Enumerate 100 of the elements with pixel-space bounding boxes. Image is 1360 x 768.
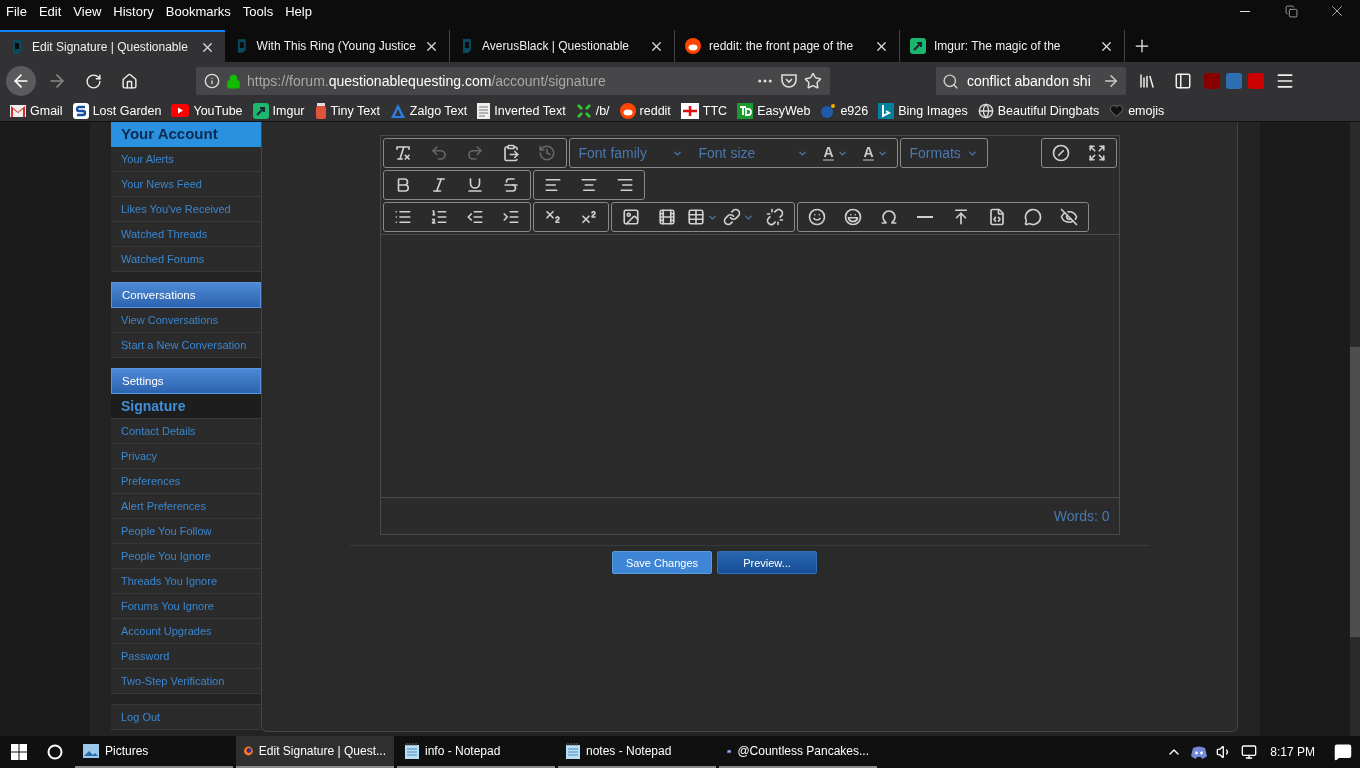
sidebar-link[interactable]: Privacy bbox=[111, 444, 261, 469]
jar-icon bbox=[314, 102, 327, 119]
mail-icon bbox=[10, 104, 26, 117]
sidebar-link[interactable]: Password bbox=[111, 644, 261, 669]
notepad-icon bbox=[566, 743, 580, 759]
sidebar-link[interactable]: View Conversations bbox=[111, 308, 261, 333]
globe-icon bbox=[977, 102, 994, 119]
imgur-icon bbox=[910, 38, 926, 54]
sidebar-link[interactable]: Watched Forums bbox=[111, 247, 261, 272]
sidebar-link[interactable]: Contact Details bbox=[111, 419, 261, 444]
sidebar-link[interactable]: People You Ignore bbox=[111, 544, 261, 569]
go-arrow-icon[interactable] bbox=[1102, 72, 1120, 90]
subscript-icon bbox=[543, 208, 562, 226]
taskbar-item[interactable]: @Countless Pancakes... bbox=[719, 736, 877, 768]
paste-text-icon bbox=[501, 144, 520, 162]
align-right-icon bbox=[615, 176, 634, 194]
bookmark-star-icon[interactable] bbox=[804, 72, 822, 90]
bookmark[interactable]: Beautiful Dingbats bbox=[977, 102, 1100, 119]
menu-item[interactable]: View bbox=[73, 3, 102, 19]
bookmark[interactable]: Lost Garden bbox=[72, 102, 162, 119]
bookmark[interactable]: Imgur bbox=[252, 102, 305, 119]
menu-item[interactable]: History bbox=[113, 3, 154, 19]
form-button[interactable]: Preview... bbox=[717, 551, 817, 574]
menu-item[interactable]: File bbox=[6, 3, 27, 19]
menu-item[interactable]: Help bbox=[285, 3, 312, 19]
emoji-icon bbox=[807, 208, 826, 226]
ttc-logo-icon bbox=[680, 102, 699, 119]
b-logo-icon bbox=[878, 102, 895, 119]
sidebar-link[interactable]: Alert Preferences bbox=[111, 494, 261, 519]
sidebar-link[interactable]: Watched Threads bbox=[111, 222, 261, 247]
bookmark[interactable]: emojis bbox=[1109, 103, 1165, 118]
form-button[interactable]: Save Changes bbox=[612, 551, 712, 574]
strikethrough-icon bbox=[501, 176, 520, 194]
sidebar-link[interactable]: Log Out bbox=[111, 705, 261, 730]
sidebar-link[interactable]: Preferences bbox=[111, 469, 261, 494]
sidebar-link[interactable]: Account Upgrades bbox=[111, 619, 261, 644]
menu-item[interactable]: Bookmarks bbox=[165, 3, 231, 19]
bookmark[interactable]: Tiny Text bbox=[314, 102, 380, 119]
taskbar-item[interactable]: info - Notepad bbox=[397, 736, 555, 768]
menu-item[interactable]: Tools bbox=[242, 3, 274, 19]
reddit-icon bbox=[619, 102, 636, 119]
info-icon[interactable] bbox=[204, 73, 220, 89]
bookmark[interactable]: Inverted Text bbox=[477, 102, 566, 119]
restore-draft-icon bbox=[537, 144, 556, 162]
sidebar-link[interactable]: Two-Step Verification bbox=[111, 669, 261, 694]
reddit-icon bbox=[685, 38, 701, 54]
superscript-icon bbox=[579, 208, 598, 226]
align-center-icon bbox=[579, 176, 598, 194]
bookmark[interactable]: TTC bbox=[680, 102, 728, 119]
search-icon bbox=[942, 72, 959, 90]
address-bar[interactable]: https://forum.questionablequesting.com/account/signature bbox=[196, 67, 830, 95]
heart-icon bbox=[1109, 103, 1125, 118]
clock[interactable]: 8:17 PM bbox=[1270, 745, 1315, 759]
text-color-button[interactable]: A bbox=[815, 139, 856, 167]
play-icon bbox=[171, 104, 190, 117]
special-character-icon bbox=[879, 208, 898, 226]
taskbar-item[interactable]: Edit Signature | Quest... bbox=[236, 736, 394, 768]
restore-icon bbox=[1284, 4, 1298, 18]
network-icon[interactable] bbox=[1241, 744, 1258, 760]
sidebar-link[interactable]: Threads You Ignore bbox=[111, 569, 261, 594]
circle-icon bbox=[47, 744, 63, 760]
library-icon bbox=[1138, 72, 1156, 90]
picture-icon bbox=[83, 744, 99, 758]
sidebar-link[interactable]: Likes You've Received bbox=[111, 197, 261, 222]
sidebar-link[interactable]: Signature bbox=[111, 394, 261, 419]
sidebar-link[interactable]: Your Alerts bbox=[111, 147, 261, 172]
sidebar-link[interactable]: Forums You Ignore bbox=[111, 594, 261, 619]
browser-tab[interactable]: Edit Signature | Questionable bbox=[0, 30, 225, 62]
sidebar-link[interactable]: Start a New Conversation bbox=[111, 333, 261, 358]
q-logo-icon bbox=[235, 38, 249, 54]
pocket-icon[interactable] bbox=[780, 72, 798, 90]
bookmark[interactable]: e926 bbox=[820, 102, 869, 119]
imgur-icon bbox=[252, 102, 269, 119]
taskbar-item[interactable]: Pictures bbox=[75, 736, 233, 768]
sidebar-link[interactable]: People You Follow bbox=[111, 519, 261, 544]
sidebar-link[interactable]: Your News Feed bbox=[111, 172, 261, 197]
bookmark[interactable]: YouTube bbox=[171, 103, 243, 118]
notification-icon[interactable] bbox=[1334, 743, 1352, 761]
search-field[interactable]: conflict abandon shi bbox=[936, 67, 1126, 95]
bookmark[interactable]: /b/ bbox=[575, 102, 610, 119]
lock-icon bbox=[226, 73, 241, 89]
spoiler-icon bbox=[1059, 208, 1078, 226]
back-button[interactable] bbox=[6, 66, 36, 96]
bookmark[interactable]: EasyWeb bbox=[737, 102, 811, 119]
bookmark[interactable]: Gmail bbox=[10, 103, 63, 118]
fullscreen-icon bbox=[1087, 144, 1106, 162]
menu-item[interactable]: Edit bbox=[38, 3, 62, 19]
taskbar-item[interactable]: notes - Notepad bbox=[558, 736, 716, 768]
q-logo-icon bbox=[460, 38, 474, 54]
sidebar-icon bbox=[1174, 72, 1192, 90]
section-heading: Conversations bbox=[111, 282, 261, 308]
notepad-icon bbox=[405, 743, 419, 759]
bookmark[interactable]: Zalgo Text bbox=[389, 102, 468, 119]
bookmark[interactable]: reddit bbox=[619, 102, 671, 119]
bookmark[interactable]: Bing Images bbox=[878, 102, 968, 119]
align-left-icon bbox=[543, 176, 562, 194]
code-icon bbox=[987, 208, 1006, 226]
scrollbar[interactable] bbox=[1350, 122, 1360, 736]
background-color-button[interactable]: A bbox=[855, 139, 896, 167]
section-heading: Settings bbox=[111, 368, 261, 394]
